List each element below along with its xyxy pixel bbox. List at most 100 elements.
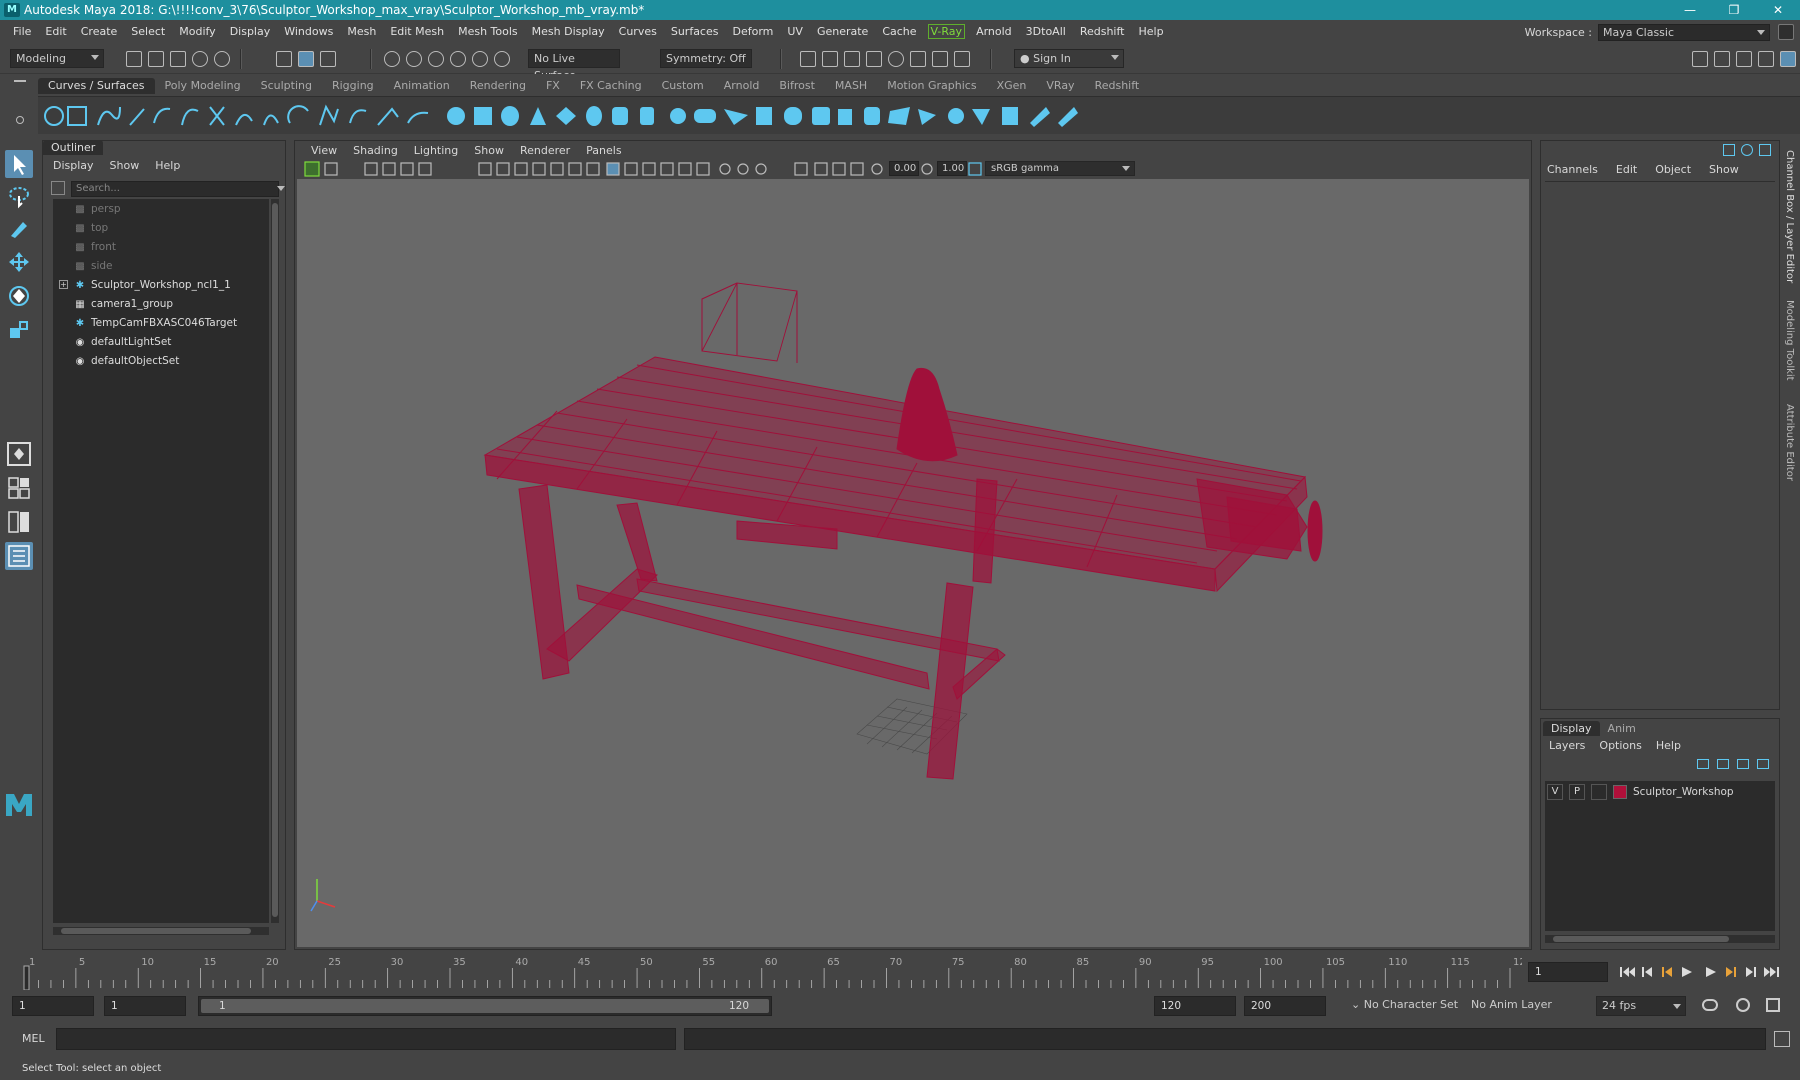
layer-menu-options[interactable]: Options bbox=[1599, 739, 1641, 752]
shelf-tab-bifrost[interactable]: Bifrost bbox=[769, 78, 825, 94]
two-view-layout-icon[interactable] bbox=[5, 508, 33, 536]
menu-windows[interactable]: Windows bbox=[277, 25, 340, 38]
single-perspective-layout-icon[interactable] bbox=[5, 440, 33, 468]
paint-select-tool-icon[interactable] bbox=[5, 214, 33, 242]
menu-3dtoall[interactable]: 3DtoAll bbox=[1019, 25, 1073, 38]
shelf-menu-icon[interactable] bbox=[14, 80, 26, 82]
outliner-item-front[interactable]: ▩ front bbox=[73, 239, 116, 256]
menu-vray[interactable]: V-Ray bbox=[927, 23, 966, 39]
viewport-menu-shading[interactable]: Shading bbox=[345, 144, 406, 157]
gamma-field[interactable]: 1.00 bbox=[937, 161, 967, 176]
shelf-tab-fx-caching[interactable]: FX Caching bbox=[570, 78, 652, 94]
snap-pivot-icon[interactable] bbox=[494, 51, 510, 67]
select-hierarchy-icon[interactable] bbox=[276, 51, 292, 67]
animation-end-field[interactable]: 200 bbox=[1244, 996, 1326, 1016]
sign-in-button[interactable]: ● Sign In bbox=[1014, 49, 1124, 68]
symmetry-dropdown[interactable]: Symmetry: Off bbox=[660, 49, 752, 68]
lasso-tool-icon[interactable] bbox=[5, 182, 33, 210]
menu-cache[interactable]: Cache bbox=[875, 25, 923, 38]
menu-mesh-tools[interactable]: Mesh Tools bbox=[451, 25, 525, 38]
search-options-chevron-down-icon[interactable] bbox=[277, 186, 285, 191]
channel-box-area[interactable] bbox=[1545, 181, 1775, 705]
outliner-search-input[interactable]: Search... bbox=[71, 181, 279, 197]
current-frame-field[interactable]: 1 bbox=[1528, 962, 1608, 982]
layer-row-sculptor-workshop[interactable]: V P Sculptor_Workshop bbox=[1547, 783, 1773, 801]
tab-attribute-editor[interactable]: Attribute Editor bbox=[1784, 404, 1795, 481]
outliner-horizontal-scrollbar[interactable] bbox=[53, 927, 269, 935]
layer-horizontal-scrollbar[interactable] bbox=[1545, 935, 1775, 943]
menu-set-dropdown[interactable]: Modeling bbox=[10, 49, 104, 68]
shelf-tab-arnold[interactable]: Arnold bbox=[714, 78, 770, 94]
shelf-tab-curves-surfaces[interactable]: Curves / Surfaces bbox=[38, 78, 155, 94]
animation-preferences-icon[interactable] bbox=[1766, 998, 1780, 1012]
snap-point-icon[interactable] bbox=[428, 51, 444, 67]
channel-box-toggle-icon[interactable] bbox=[1723, 144, 1735, 156]
menu-surfaces[interactable]: Surfaces bbox=[664, 25, 726, 38]
outliner-item-camera1-group[interactable]: ▦ camera1_group bbox=[73, 296, 173, 313]
menu-help[interactable]: Help bbox=[1131, 25, 1170, 38]
shelf-tab-vray[interactable]: VRay bbox=[1036, 78, 1084, 94]
menu-generate[interactable]: Generate bbox=[810, 25, 875, 38]
outliner-item-side[interactable]: ▩ side bbox=[73, 258, 112, 275]
scale-tool-icon[interactable] bbox=[5, 316, 33, 344]
redo-icon[interactable] bbox=[214, 51, 230, 67]
render-view-icon[interactable] bbox=[800, 51, 816, 67]
toggle-modeling-toolkit-icon[interactable] bbox=[1736, 51, 1752, 67]
shelf-tab-sculpting[interactable]: Sculpting bbox=[251, 78, 322, 94]
menu-mesh-display[interactable]: Mesh Display bbox=[525, 25, 612, 38]
shelf-tab-fx[interactable]: FX bbox=[536, 78, 570, 94]
minimize-button[interactable]: — bbox=[1668, 0, 1712, 20]
menu-deform[interactable]: Deform bbox=[725, 25, 780, 38]
outliner-item-tempcam-target[interactable]: ✱ TempCamFBXASC046Target bbox=[73, 315, 237, 332]
layer-playback-toggle[interactable]: P bbox=[1569, 784, 1585, 800]
close-button[interactable]: ✕ bbox=[1756, 0, 1800, 20]
color-space-dropdown[interactable]: sRGB gamma bbox=[985, 161, 1135, 176]
exposure-field[interactable]: 0.00 bbox=[889, 161, 919, 176]
menu-edit[interactable]: Edit bbox=[38, 25, 73, 38]
toggle-layout-icon[interactable] bbox=[1692, 51, 1708, 67]
range-slider-handle[interactable]: 1 120 bbox=[201, 999, 769, 1013]
tab-display-layers[interactable]: Display bbox=[1543, 721, 1600, 736]
outliner-item-default-light-set[interactable]: ◉ defaultLightSet bbox=[73, 334, 172, 351]
playback-start-field[interactable]: 1 bbox=[104, 996, 186, 1016]
select-object-icon[interactable] bbox=[298, 51, 314, 67]
attribute-editor-toggle-icon[interactable] bbox=[1759, 144, 1771, 156]
layer-menu-layers[interactable]: Layers bbox=[1549, 739, 1585, 752]
save-scene-icon[interactable] bbox=[170, 51, 186, 67]
viewport-menu-panels[interactable]: Panels bbox=[578, 144, 629, 157]
shelf-tab-custom[interactable]: Custom bbox=[652, 78, 714, 94]
channel-box-menu-edit[interactable]: Edit bbox=[1616, 163, 1637, 176]
viewport-menu-show[interactable]: Show bbox=[466, 144, 512, 157]
menu-redshift[interactable]: Redshift bbox=[1073, 25, 1132, 38]
outliner-layout-icon[interactable] bbox=[5, 542, 33, 570]
viewport-menu-lighting[interactable]: Lighting bbox=[406, 144, 466, 157]
menu-arnold[interactable]: Arnold bbox=[969, 25, 1019, 38]
render-settings-icon[interactable] bbox=[866, 51, 882, 67]
shelf-settings-icon[interactable] bbox=[16, 116, 24, 124]
ipr-render-icon[interactable] bbox=[844, 51, 860, 67]
tab-modeling-toolkit[interactable]: Modeling Toolkit bbox=[1784, 300, 1795, 381]
move-layer-up-icon[interactable] bbox=[1697, 759, 1709, 769]
shelf-tab-redshift[interactable]: Redshift bbox=[1085, 78, 1150, 94]
expand-icon[interactable]: + bbox=[59, 280, 68, 289]
snap-grid-icon[interactable] bbox=[384, 51, 400, 67]
shelf-tab-rendering[interactable]: Rendering bbox=[460, 78, 536, 94]
channel-box-menu-channels[interactable]: Channels bbox=[1547, 163, 1598, 176]
toggle-channel-box-icon[interactable] bbox=[1780, 51, 1796, 67]
animation-start-field[interactable]: 1 bbox=[12, 996, 94, 1016]
layer-color-swatch[interactable] bbox=[1613, 785, 1627, 799]
range-slider[interactable]: 1 120 bbox=[198, 996, 772, 1016]
new-layer-selected-icon[interactable] bbox=[1757, 759, 1769, 769]
workspace-dropdown[interactable]: Maya Classic bbox=[1598, 23, 1770, 41]
anim-layer-dropdown[interactable]: No Anim Layer bbox=[1466, 996, 1574, 1016]
time-ticks[interactable]: 1 5 10 15 20 25 30 35 40 45 50 55 60 65 70 75 80 85 90 95 10… bbox=[18, 954, 1522, 990]
viewport-scene[interactable]: persp bbox=[297, 179, 1529, 978]
maximize-button[interactable]: ❐ bbox=[1712, 0, 1756, 20]
toggle-sidebar-icon[interactable] bbox=[1714, 51, 1730, 67]
four-view-layout-icon[interactable] bbox=[5, 474, 33, 502]
shelf-tab-motion-graphics[interactable]: Motion Graphics bbox=[877, 78, 986, 94]
tab-channel-box-layer-editor[interactable]: Channel Box / Layer Editor bbox=[1784, 150, 1795, 283]
loop-icon[interactable] bbox=[1702, 999, 1718, 1011]
layer-display-type-toggle[interactable] bbox=[1591, 784, 1607, 800]
outliner-item-default-object-set[interactable]: ◉ defaultObjectSet bbox=[73, 353, 180, 370]
